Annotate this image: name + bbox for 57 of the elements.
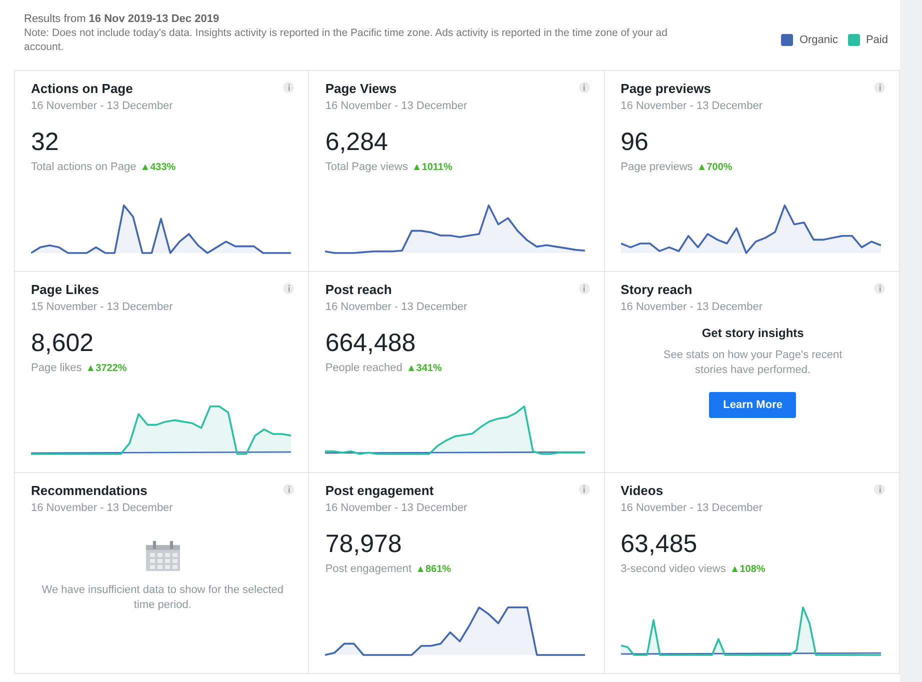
info-icon[interactable] [283, 484, 294, 495]
metric-value: 96 [620, 127, 650, 157]
promo-heading: Get story insights [700, 325, 805, 342]
info-icon[interactable] [874, 484, 885, 495]
info-icon[interactable] [578, 82, 590, 93]
metric-value: 6,284 [325, 127, 389, 157]
metric-caption: Page previews [620, 160, 693, 175]
date-range: 16 November - 13 December [325, 99, 468, 113]
metric-value: 78,978 [325, 529, 403, 559]
card-title: Post reach [325, 282, 392, 298]
card-title: Story reach [620, 282, 692, 298]
promo-text: See stats on how your Page's recent stories have performed. [662, 348, 844, 378]
date-range: 16 November - 13 December [620, 501, 764, 515]
metric-value: 664,488 [325, 328, 417, 358]
date-range: 15 November - 13 December [31, 300, 174, 314]
change-percent: ▲700% [696, 160, 732, 175]
metric-caption: People reached [325, 361, 402, 376]
info-icon[interactable] [874, 283, 885, 294]
legend-label: Paid [866, 33, 888, 48]
info-icon[interactable] [283, 283, 294, 294]
change-percent: ▲1011% [412, 160, 452, 175]
change-percent: ▲341% [406, 362, 442, 376]
metric-caption: Page likes [31, 361, 82, 376]
card-title: Page previews [620, 81, 711, 97]
card-title: Videos [620, 483, 664, 499]
metric-caption: 3-second video views [620, 562, 726, 577]
card-title: Page Views [325, 81, 397, 97]
metric-caption: Post engagement [325, 562, 412, 577]
date-range: 16 November - 13 December [325, 501, 468, 515]
date-range: 16 November - 13 December [31, 99, 174, 113]
info-icon[interactable] [578, 484, 590, 495]
date-range: 16 November - 13 December [620, 300, 764, 314]
results-range: Results from 16 Nov 2019-13 Dec 2019 [24, 12, 220, 26]
card-title: Post engagement [325, 483, 434, 499]
calendar-icon [146, 541, 180, 571]
metric-value: 32 [31, 127, 60, 157]
date-range: 16 November - 13 December [325, 300, 468, 314]
legend-label: Organic [799, 33, 838, 48]
change-percent: ▲433% [140, 160, 176, 175]
metric-caption: Total Page views [325, 160, 408, 175]
change-percent: ▲861% [416, 562, 452, 577]
info-icon[interactable] [578, 283, 590, 294]
change-percent: ▲3722% [86, 362, 127, 376]
card-title: Actions on Page [31, 81, 133, 97]
metric-caption: Total actions on Page [31, 160, 136, 175]
note-text: Note: Does not include today's data. Insights activity is reported in the Pacific time zone. Ads activity is reported in the time zone of your ad account. [24, 26, 668, 54]
date-range: 16 November - 13 December [31, 501, 174, 515]
learn-more-button[interactable]: Learn More [709, 392, 796, 418]
empty-message: We have insufficient data to show for the selected time period. [40, 583, 285, 613]
date-range: 16 November - 13 December [620, 99, 764, 113]
metric-value: 8,602 [31, 328, 95, 358]
metric-value: 63,485 [620, 529, 698, 559]
info-icon[interactable] [283, 82, 294, 93]
info-icon[interactable] [874, 82, 885, 93]
card-title: Page Likes [31, 282, 99, 298]
change-percent: ▲108% [730, 562, 766, 577]
card-title: Recommendations [31, 483, 148, 499]
